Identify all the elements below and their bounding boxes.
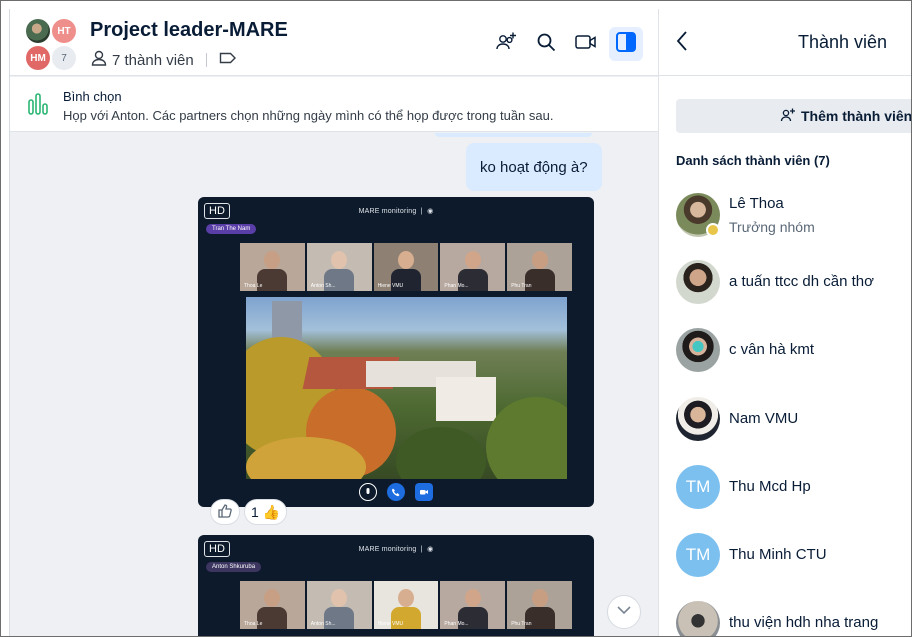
poll-description: Họp với Anton. Các partners chọn những n…	[63, 108, 554, 123]
member-role: Trưởng nhóm	[729, 219, 815, 235]
shared-screen-image	[246, 297, 567, 479]
participant-tile: Phan Mo...	[440, 243, 506, 291]
user-icon	[90, 49, 108, 71]
sidebar-panel-icon	[615, 31, 637, 58]
image-message[interactable]: HD MARE monitoring | ◉ Anton Shkuruba Th…	[198, 535, 594, 636]
member-list-title: Danh sách thành viên (7)	[676, 153, 830, 168]
member-item[interactable]: c vân hà kmt	[676, 328, 911, 372]
thumbs-up-outline-icon	[217, 503, 233, 522]
search-button[interactable]	[529, 27, 563, 61]
scroll-to-bottom-button[interactable]	[607, 595, 641, 629]
app-window: HT HM 7 Project leader-MARE 7 thành viên	[0, 0, 912, 637]
camera-icon	[415, 483, 433, 501]
meeting-title: MARE monitoring | ◉	[358, 546, 434, 553]
avatar: TM	[676, 533, 720, 577]
member-info[interactable]: 7 thành viên	[90, 49, 237, 71]
poll-chart-icon	[26, 92, 50, 121]
video-call-button[interactable]	[569, 27, 603, 61]
avatar-count: 7	[52, 46, 76, 70]
speaker-pill: Anton Shkuruba	[206, 562, 262, 572]
chevron-left-icon	[675, 31, 689, 57]
member-name: Lê Thoa	[729, 195, 784, 212]
member-item[interactable]: Lê Thoa Trưởng nhóm	[676, 193, 911, 237]
reaction-count: 1	[251, 504, 259, 520]
participant-thumbnails: Thoa Le Anton Sh... Hiene VMU Phan Mo...…	[240, 581, 572, 629]
mute-icon	[359, 483, 377, 501]
participant-tile: Hiene VMU	[373, 581, 439, 629]
member-name: thu viện hdh nha trang	[729, 614, 879, 631]
add-member-label: Thêm thành viên	[801, 108, 912, 124]
avatar: TM	[676, 465, 720, 509]
member-name: Thu Mcd Hp	[729, 478, 811, 495]
phone-icon	[387, 483, 405, 501]
member-item[interactable]: thu viện hdh nha trang	[676, 601, 911, 636]
participant-tile: Phan Mo...	[440, 581, 506, 629]
avatar-initials: HM	[26, 46, 50, 70]
member-name: Thu Minh CTU	[729, 546, 827, 563]
avatar	[676, 397, 720, 441]
member-name: Nam VMU	[729, 410, 799, 427]
avatar	[676, 601, 720, 636]
member-item[interactable]: TM Thu Mcd Hp	[676, 465, 911, 509]
speaker-pill: Tran The Nam	[206, 224, 257, 234]
avatar	[676, 328, 720, 372]
chat-title[interactable]: Project leader-MARE	[90, 19, 288, 42]
member-item[interactable]: Nam VMU	[676, 397, 911, 441]
thumbs-up-emoji-icon: 👍	[262, 503, 281, 520]
back-button[interactable]	[675, 29, 689, 58]
search-icon	[535, 31, 557, 58]
poll-title: Bình chọn	[63, 89, 122, 104]
member-count: 7 thành viên	[112, 51, 194, 69]
participant-tile: Phu Tran	[507, 581, 572, 629]
key-icon	[706, 223, 720, 237]
like-button[interactable]	[210, 499, 240, 525]
members-panel: Thành viên Thêm thành viên Danh sách thà…	[658, 9, 912, 636]
message-list: ko hoạt động à? HD MARE monitoring | ◉ T…	[10, 133, 658, 636]
image-message[interactable]: HD MARE monitoring | ◉ Tran The Nam Thoa…	[198, 197, 594, 507]
panel-title: Thành viên	[798, 32, 888, 52]
member-item[interactable]: a tuấn ttcc dh cần thơ	[676, 260, 911, 304]
avatar	[676, 260, 720, 304]
member-name: c vân hà kmt	[729, 341, 815, 358]
participant-thumbnails: Thoa Le Anton Sh... Hiene VMU Phan Mo...…	[240, 243, 572, 291]
participant-tile: Thoa Le	[240, 581, 305, 629]
group-avatar[interactable]: HT HM 7	[24, 16, 78, 70]
chat-header: HT HM 7 Project leader-MARE 7 thành viên	[10, 9, 658, 76]
chat-pane: HT HM 7 Project leader-MARE 7 thành viên	[9, 9, 658, 636]
avatar-initials: HT	[52, 19, 76, 43]
panel-header: Thành viên	[659, 9, 911, 76]
participant-tile: Anton Sh...	[306, 243, 372, 291]
member-name: a tuấn ttcc dh cần thơ	[729, 273, 874, 290]
reaction-bar: 1 👍	[210, 499, 288, 525]
divider	[205, 53, 207, 67]
participant-tile: Phu Tran	[507, 243, 572, 291]
header-toolbar	[489, 27, 643, 61]
meeting-title: MARE monitoring | ◉	[358, 208, 434, 215]
add-member-button[interactable]	[489, 27, 523, 61]
participant-tile: Thoa Le	[240, 243, 305, 291]
video-camera-icon	[574, 32, 598, 57]
add-user-icon	[780, 107, 796, 126]
add-user-icon	[494, 30, 518, 59]
participant-tile: Hiene VMU	[373, 243, 439, 291]
text-message-bubble[interactable]: ko hoạt động à?	[466, 143, 602, 191]
participant-tile: Anton Sh...	[306, 581, 372, 629]
previous-message-bubble[interactable]	[434, 133, 593, 137]
avatar-photo	[26, 19, 50, 43]
chevron-down-icon	[615, 603, 633, 621]
toggle-info-panel-button[interactable]	[609, 27, 643, 61]
pinned-poll[interactable]: Bình chọn Họp với Anton. Các partners ch…	[10, 77, 658, 132]
add-member-button[interactable]: Thêm thành viên	[676, 99, 912, 133]
reaction-count-chip[interactable]: 1 👍	[244, 499, 288, 525]
tag-icon[interactable]	[219, 51, 237, 69]
member-item[interactable]: TM Thu Minh CTU	[676, 533, 911, 577]
